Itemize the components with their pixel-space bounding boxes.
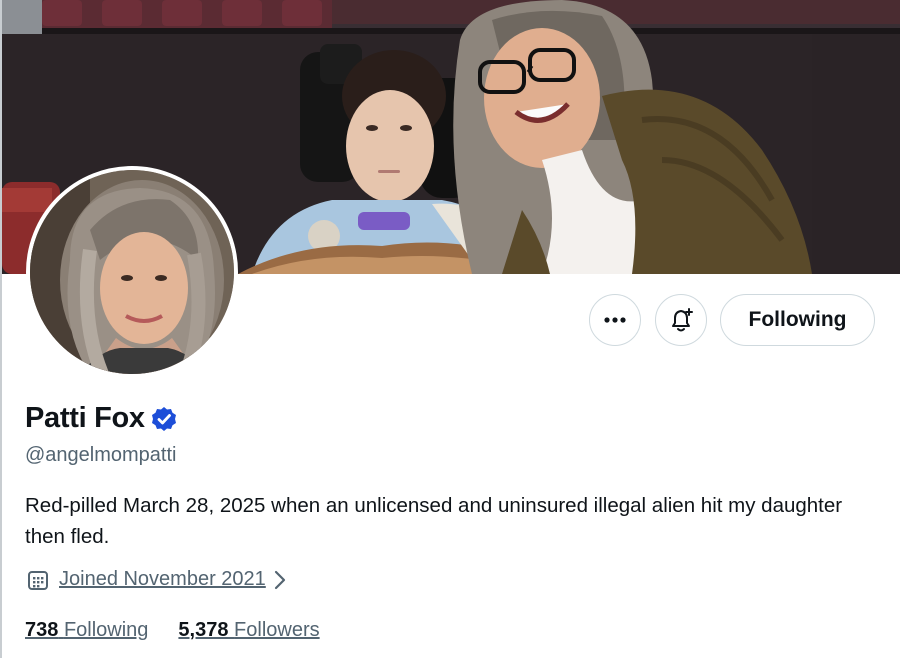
bell-plus-icon xyxy=(672,308,693,332)
name-row: Patti Fox xyxy=(25,402,177,435)
profile-bio: Red-pilled March 28, 2025 when an unlice… xyxy=(25,494,843,548)
following-button[interactable]: Following xyxy=(720,294,875,346)
followers-label: Followers xyxy=(234,619,320,641)
stats-row: 738 Following 5,378 Followers xyxy=(25,619,350,642)
verified-badge-icon[interactable] xyxy=(151,406,177,432)
display-name: Patti Fox xyxy=(25,402,145,434)
notify-button[interactable] xyxy=(655,294,707,346)
following-label: Following xyxy=(63,619,149,641)
profile-avatar[interactable] xyxy=(26,166,238,378)
profile-handle: @angelmompatti xyxy=(25,444,177,466)
profile-page: Following Patti Fox @angelmompatti Red-p… xyxy=(0,0,910,658)
more-button[interactable] xyxy=(589,294,641,346)
following-count-link[interactable]: 738 Following xyxy=(25,619,148,642)
chevron-right-icon[interactable] xyxy=(274,570,286,590)
joined-row: Joined November 2021 xyxy=(27,568,286,591)
followers-count: 5,378 xyxy=(178,619,229,641)
joined-date-link[interactable]: Joined November 2021 xyxy=(59,568,266,591)
calendar-icon xyxy=(28,570,48,590)
following-count: 738 xyxy=(25,619,59,641)
more-icon xyxy=(604,317,626,323)
followers-count-link[interactable]: 5,378 Followers xyxy=(178,619,319,642)
